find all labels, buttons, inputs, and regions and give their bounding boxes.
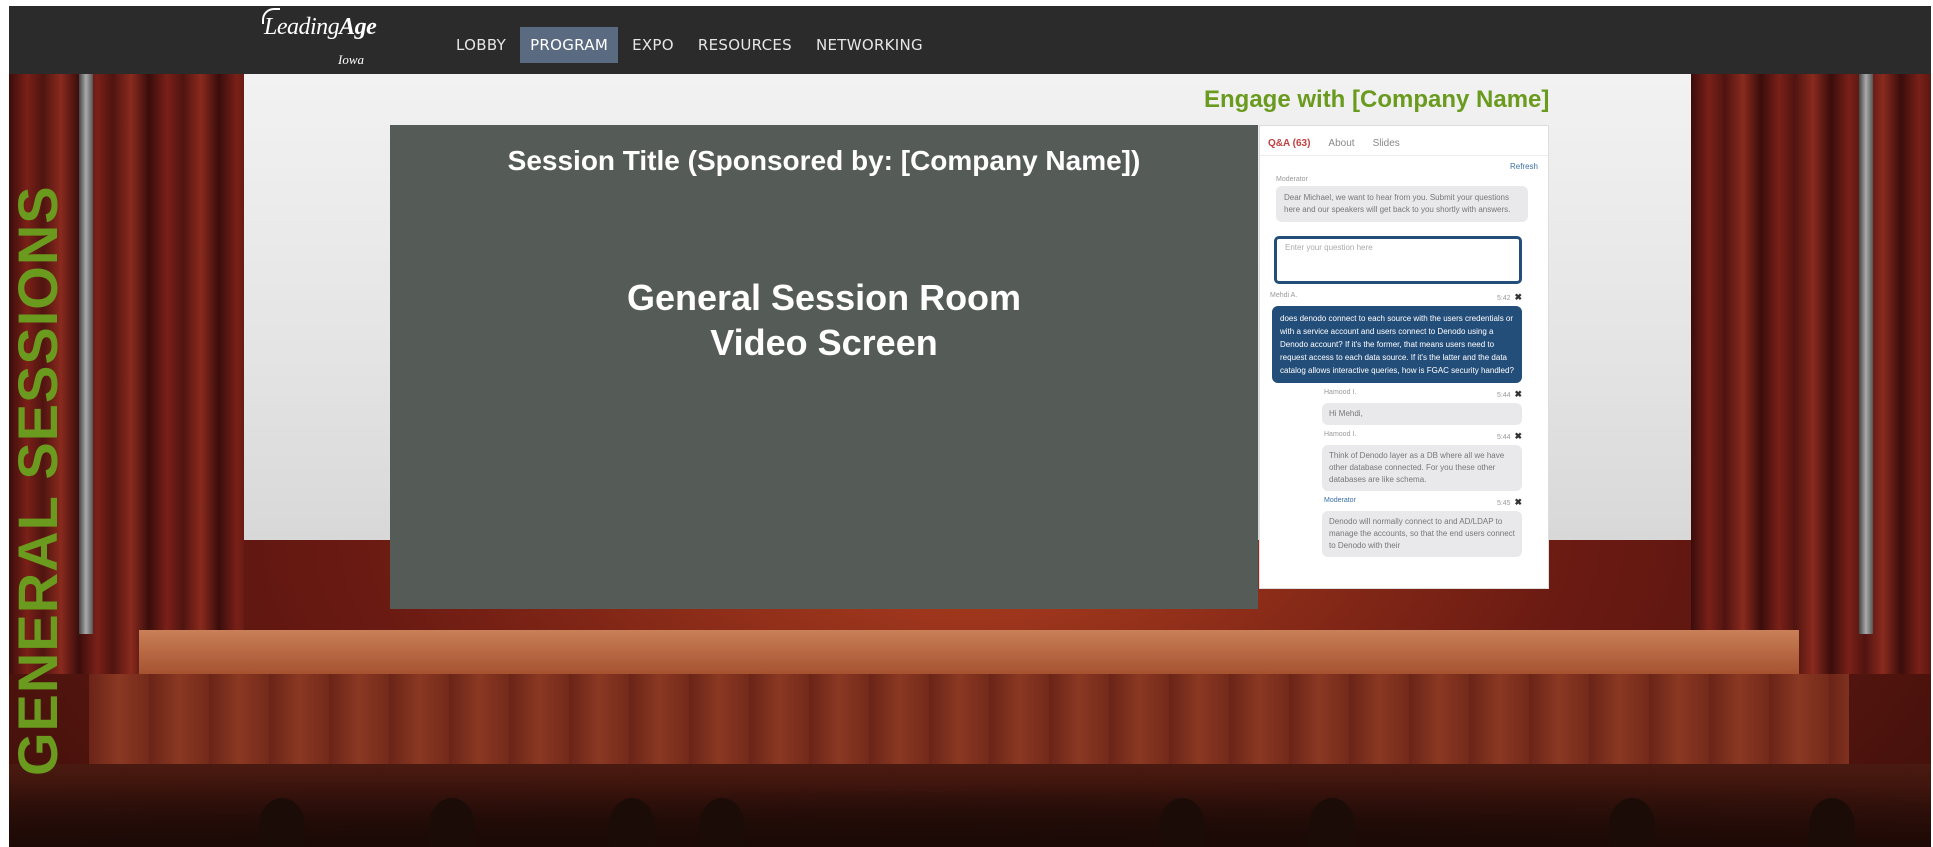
- logo-brand: LeadingAge: [264, 14, 377, 40]
- close-icon[interactable]: ✖: [1514, 389, 1522, 399]
- session-title: Session Title (Sponsored by: [Company Na…: [507, 145, 1141, 176]
- curtain-right: [1691, 74, 1931, 674]
- question-meta: Mehdi A. 5:42 ✖: [1260, 292, 1548, 303]
- main-nav: LOBBY PROGRAM EXPO RESOURCES NETWORKING: [446, 27, 937, 63]
- welcome-message: Dear Michael, we want to hear from you. …: [1276, 186, 1528, 222]
- tab-about[interactable]: About: [1328, 138, 1354, 149]
- reply-meta: Hamood I. 5:44 ✖: [1324, 389, 1522, 400]
- audience-head: [699, 798, 745, 847]
- reply-meta: Moderator 5:45 ✖: [1324, 497, 1522, 508]
- tab-qa[interactable]: Q&A (63): [1268, 138, 1310, 149]
- nav-program[interactable]: PROGRAM: [520, 27, 619, 63]
- leadingage-logo[interactable]: LeadingAge Iowa: [262, 8, 377, 67]
- reply-bubble: Denodo will normally connect to and AD/L…: [1322, 511, 1522, 557]
- video-screen[interactable]: Session Title (Sponsored by: [Company Na…: [390, 125, 1258, 609]
- question-input[interactable]: Enter your question here: [1274, 236, 1522, 284]
- nav-lobby[interactable]: LOBBY: [446, 27, 516, 63]
- video-placeholder-line1: General Session Room: [626, 277, 1022, 318]
- video-placeholder-line2: Video Screen: [710, 322, 938, 363]
- audience-head: [259, 798, 305, 847]
- stage-floor: [139, 630, 1799, 676]
- pillar-left: [79, 74, 93, 634]
- logo-swoosh-icon: [262, 8, 280, 24]
- audience-silhouettes: [9, 764, 1931, 847]
- reply-author: Hamood I.: [1324, 431, 1357, 438]
- audience-head: [1809, 798, 1855, 847]
- reply-author: Hamood I.: [1324, 389, 1357, 396]
- audience-head: [429, 798, 475, 847]
- reply-time: 5:44: [1496, 392, 1511, 399]
- question-time: 5:42: [1496, 295, 1511, 302]
- close-icon[interactable]: ✖: [1514, 497, 1522, 507]
- nav-expo[interactable]: EXPO: [622, 27, 684, 63]
- close-icon[interactable]: ✖: [1514, 292, 1522, 302]
- reply-time: 5:45: [1496, 500, 1511, 507]
- refresh-link[interactable]: Refresh: [1510, 162, 1538, 171]
- qa-panel: Q&A (63) About Slides Refresh Moderator …: [1259, 125, 1549, 589]
- reply-bubble: Hi Mehdi,: [1322, 403, 1522, 425]
- question-bubble: does denodo connect to each source with …: [1272, 306, 1522, 383]
- page-frame: LeadingAge Iowa LOBBY PROGRAM EXPO RESOU…: [9, 6, 1931, 847]
- general-sessions-label: GENERAL SESSIONS: [9, 185, 69, 776]
- top-nav-bar: LeadingAge Iowa LOBBY PROGRAM EXPO RESOU…: [9, 6, 1931, 74]
- reply-time: 5:44: [1496, 434, 1511, 441]
- audience-head: [609, 798, 655, 847]
- reply-meta: Hamood I. 5:44 ✖: [1324, 431, 1522, 442]
- reply-bubble: Think of Denodo layer as a DB where all …: [1322, 445, 1522, 491]
- logo-region: Iowa: [338, 52, 364, 67]
- audience-head: [1609, 798, 1655, 847]
- engage-heading: Engage with [Company Name]: [1204, 86, 1550, 113]
- qa-tabs: Q&A (63) About Slides: [1260, 126, 1548, 156]
- welcome-author: Moderator: [1276, 176, 1308, 183]
- tab-slides[interactable]: Slides: [1373, 138, 1400, 149]
- nav-resources[interactable]: RESOURCES: [688, 27, 802, 63]
- reply-author: Moderator: [1324, 497, 1356, 504]
- nav-networking[interactable]: NETWORKING: [806, 27, 933, 63]
- question-author: Mehdi A.: [1270, 292, 1298, 299]
- audience-head: [1309, 798, 1355, 847]
- audience-head: [1159, 798, 1205, 847]
- close-icon[interactable]: ✖: [1514, 431, 1522, 441]
- pillar-right: [1859, 74, 1873, 634]
